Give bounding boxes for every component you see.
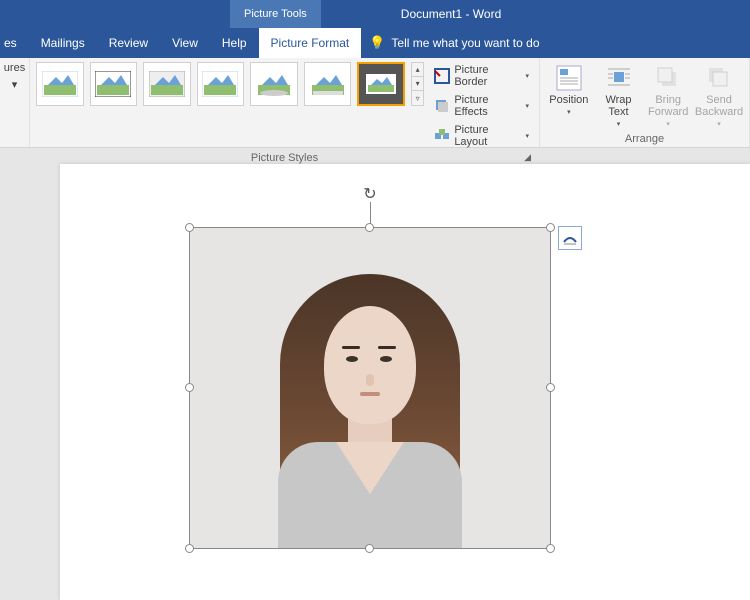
rotation-connector bbox=[370, 202, 371, 224]
resize-handle-b[interactable] bbox=[365, 544, 374, 553]
ribbon: ures ▾ ▴ ▾ ▿ Picture Border▾ bbox=[0, 58, 750, 148]
position-label: Position bbox=[549, 94, 588, 106]
selected-picture[interactable]: ↻ bbox=[190, 228, 550, 548]
style-gallery-scroller: ▴ ▾ ▿ bbox=[411, 62, 424, 106]
send-backward-button[interactable]: SendBackward▾ bbox=[695, 62, 743, 130]
picture-style-6[interactable] bbox=[304, 62, 352, 106]
group-left-partial: ures ▾ bbox=[0, 58, 30, 147]
chevron-down-icon[interactable]: ▾ bbox=[12, 78, 18, 91]
picture-effects-icon bbox=[434, 98, 450, 114]
lightbulb-icon: 💡 bbox=[369, 35, 385, 51]
resize-handle-tl[interactable] bbox=[185, 223, 194, 232]
tell-me-label: Tell me what you want to do bbox=[391, 36, 539, 50]
gallery-expand[interactable]: ▿ bbox=[412, 91, 423, 105]
picture-style-2[interactable] bbox=[90, 62, 138, 106]
picture-layout-label: Picture Layout bbox=[454, 124, 519, 148]
rotation-handle[interactable]: ↻ bbox=[360, 184, 380, 204]
picture-style-4[interactable] bbox=[197, 62, 245, 106]
picture-style-3[interactable] bbox=[143, 62, 191, 106]
dialog-launcher-icon[interactable]: ◢ bbox=[524, 152, 531, 163]
group-arrange: Position▾ WrapText▾ BringForward▾ SendBa… bbox=[540, 58, 750, 147]
resize-handle-l[interactable] bbox=[185, 383, 194, 392]
resize-handle-br[interactable] bbox=[546, 544, 555, 553]
wrap-text-icon bbox=[605, 64, 633, 92]
tab-help[interactable]: Help bbox=[210, 28, 259, 58]
wrap-text-label: WrapText bbox=[605, 94, 631, 118]
tab-review[interactable]: Review bbox=[97, 28, 160, 58]
bring-forward-button[interactable]: BringForward▾ bbox=[645, 62, 691, 130]
group-label-arrange: Arrange bbox=[546, 131, 743, 145]
group-label-picture-styles: Picture Styles ◢ bbox=[36, 150, 533, 164]
gallery-scroll-down[interactable]: ▾ bbox=[412, 77, 423, 91]
picture-style-7-selected[interactable] bbox=[357, 62, 405, 106]
document-canvas[interactable]: ↻ bbox=[60, 164, 750, 600]
tab-picture-format[interactable]: Picture Format bbox=[259, 28, 362, 58]
send-backward-label: SendBackward bbox=[695, 94, 743, 118]
tab-references-partial[interactable]: es bbox=[0, 28, 29, 58]
layout-options-icon bbox=[562, 230, 578, 246]
picture-style-5[interactable] bbox=[250, 62, 298, 106]
bring-forward-icon bbox=[654, 64, 682, 92]
picture-style-options: Picture Border▾ Picture Effects▾ Picture… bbox=[430, 62, 533, 150]
tab-view[interactable]: View bbox=[160, 28, 210, 58]
resize-handle-bl[interactable] bbox=[185, 544, 194, 553]
picture-border-button[interactable]: Picture Border▾ bbox=[430, 62, 533, 90]
bring-forward-label: BringForward bbox=[648, 94, 688, 118]
resize-handle-t[interactable] bbox=[365, 223, 374, 232]
picture-layout-icon bbox=[434, 128, 450, 144]
resize-handle-r[interactable] bbox=[546, 383, 555, 392]
picture-border-icon bbox=[434, 68, 450, 84]
title-bar: Picture Tools Document1 - Word bbox=[0, 0, 750, 28]
picture-effects-label: Picture Effects bbox=[454, 94, 519, 118]
contextual-tab-picture-tools: Picture Tools bbox=[230, 0, 321, 28]
ribbon-tabs: es Mailings Review View Help Picture For… bbox=[0, 28, 750, 58]
picture-content bbox=[190, 228, 550, 548]
tab-mailings[interactable]: Mailings bbox=[29, 28, 97, 58]
gallery-scroll-up[interactable]: ▴ bbox=[412, 63, 423, 77]
picture-effects-button[interactable]: Picture Effects▾ bbox=[430, 92, 533, 120]
position-button[interactable]: Position▾ bbox=[546, 62, 592, 118]
picture-border-label: Picture Border bbox=[454, 64, 519, 88]
partial-button-label[interactable]: ures bbox=[4, 62, 25, 74]
resize-handle-tr[interactable] bbox=[546, 223, 555, 232]
picture-style-1[interactable] bbox=[36, 62, 84, 106]
picture-layout-button[interactable]: Picture Layout▾ bbox=[430, 122, 533, 150]
tell-me-search[interactable]: 💡 Tell me what you want to do bbox=[361, 28, 547, 58]
layout-options-chip[interactable] bbox=[558, 226, 582, 250]
position-icon bbox=[555, 64, 583, 92]
group-picture-styles: ▴ ▾ ▿ Picture Border▾ Picture Effects▾ P… bbox=[30, 58, 540, 147]
document-title: Document1 - Word bbox=[401, 7, 501, 21]
send-backward-icon bbox=[705, 64, 733, 92]
wrap-text-button[interactable]: WrapText▾ bbox=[596, 62, 642, 130]
